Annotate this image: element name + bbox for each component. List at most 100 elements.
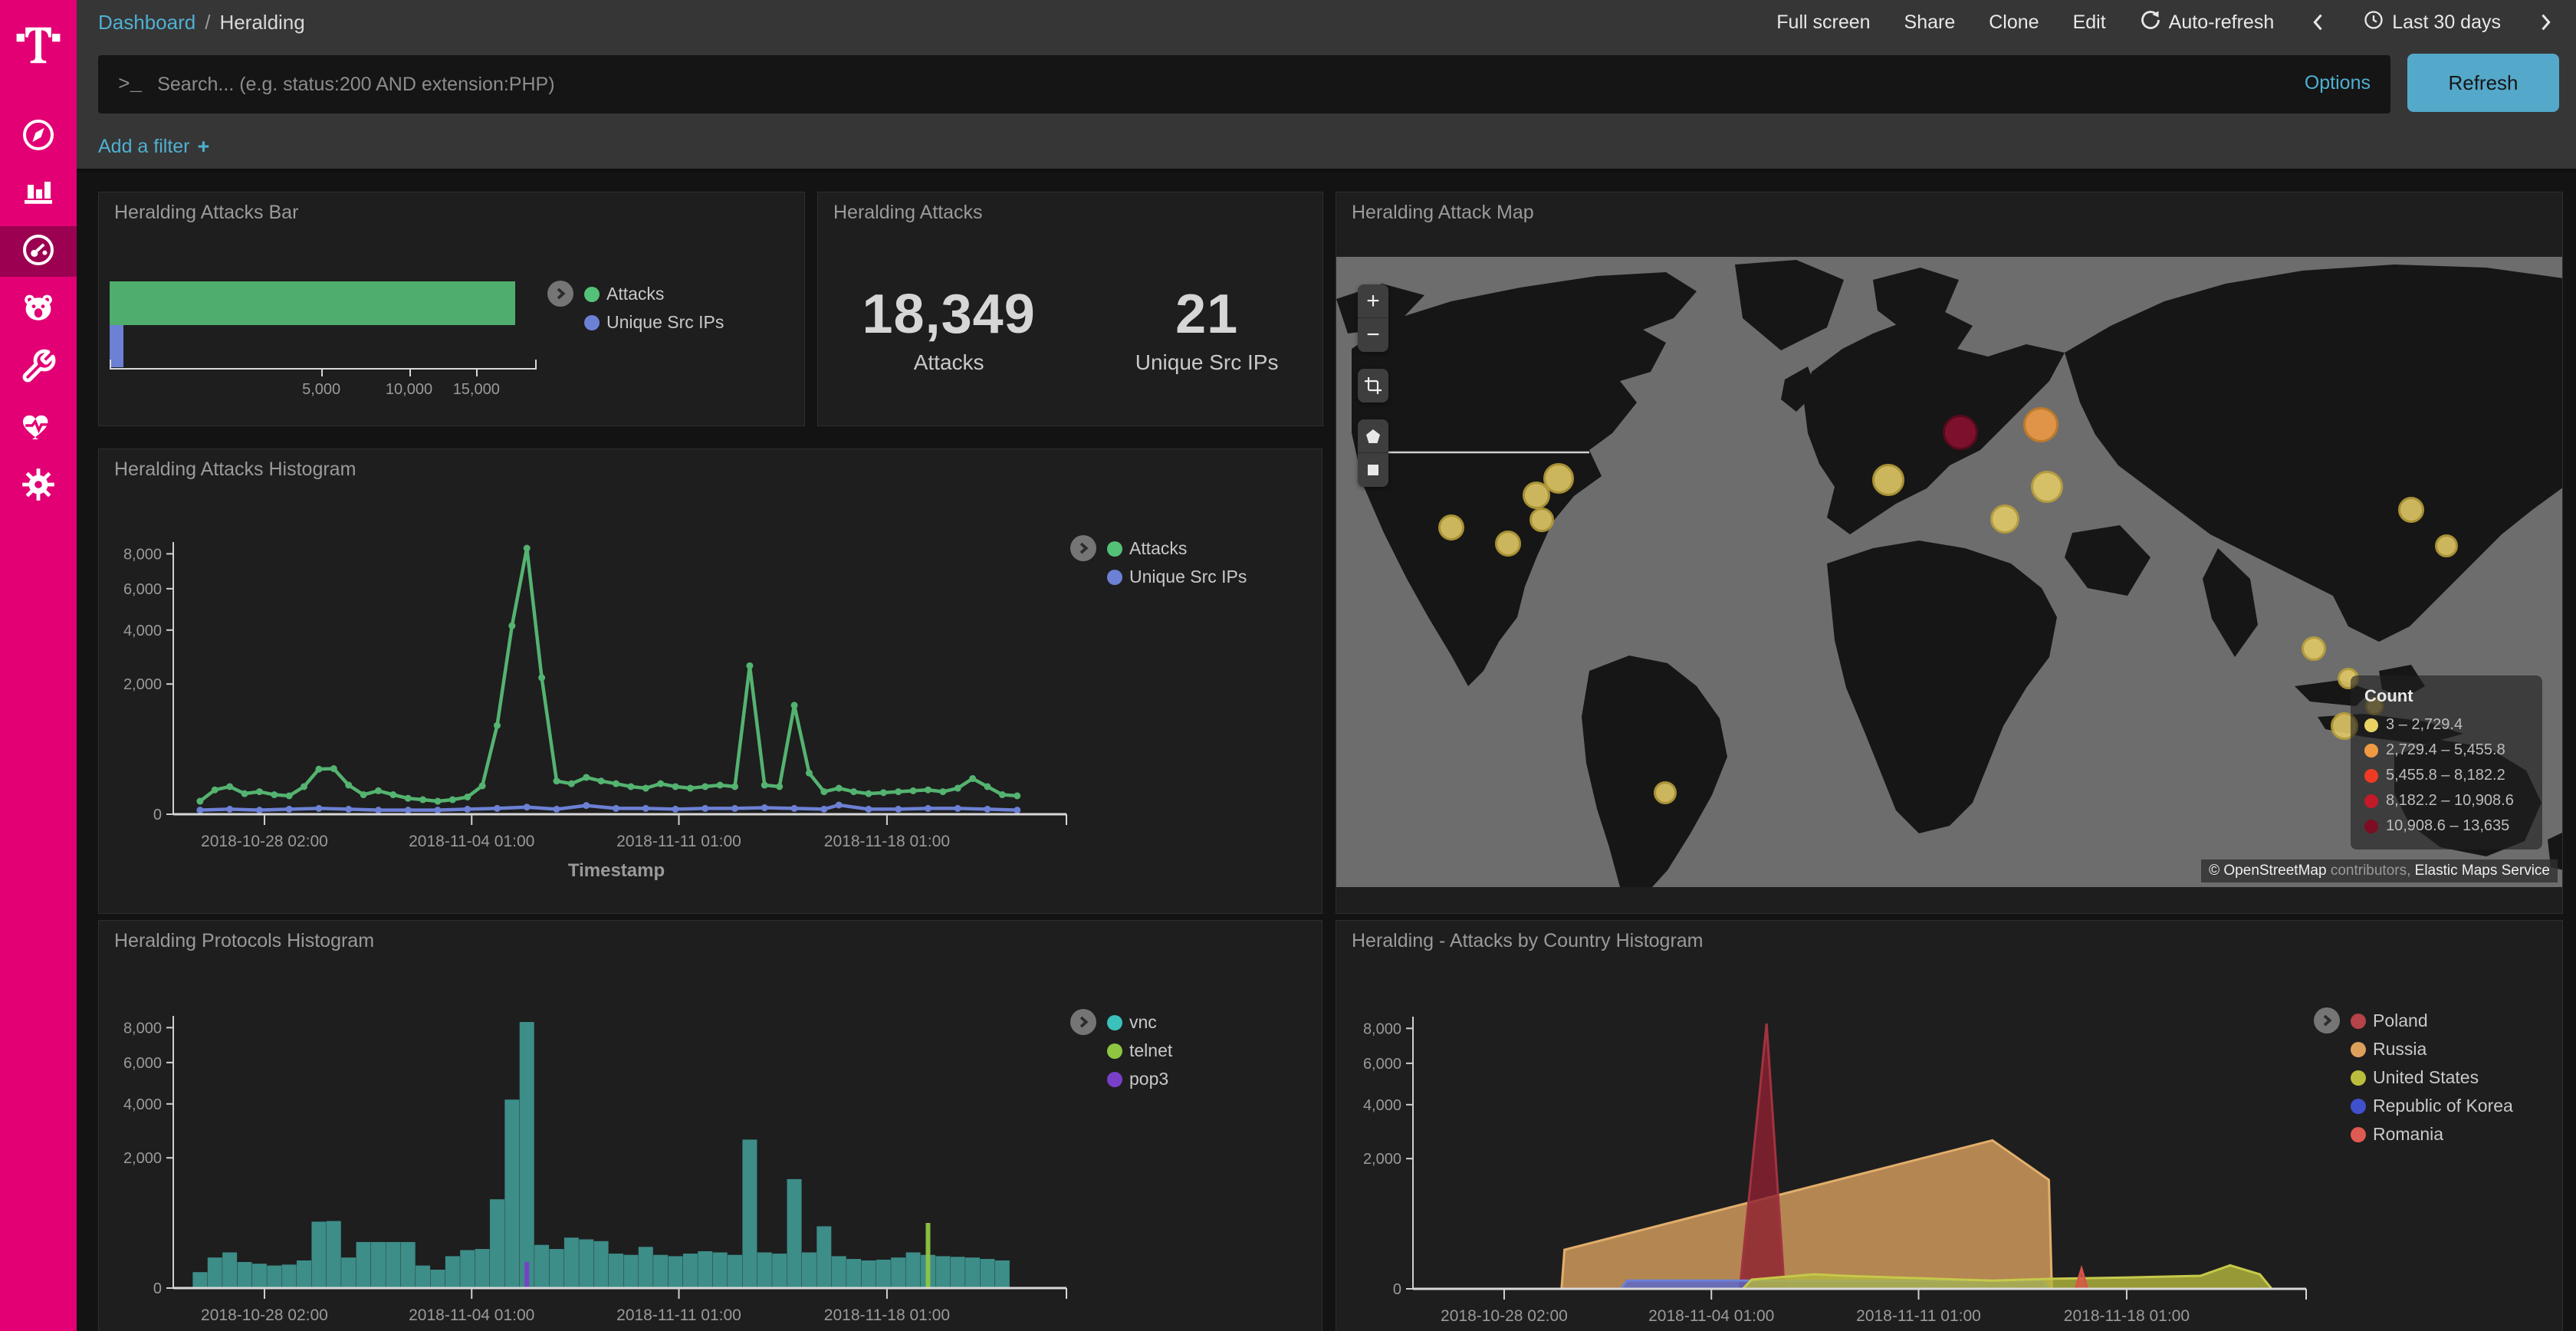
attack-bubble-yellow[interactable] <box>2031 471 2063 503</box>
map-legend-item[interactable]: 3 – 2,729.4 <box>2364 712 2528 738</box>
sidebar <box>0 0 77 1331</box>
attack-bubble-yellow[interactable] <box>1495 531 1521 557</box>
map-legend-item[interactable]: 5,455.8 – 8,182.2 <box>2364 763 2528 788</box>
map-legend-item[interactable]: 2,729.4 – 5,455.8 <box>2364 738 2528 763</box>
legend-item[interactable]: Romania <box>2351 1120 2513 1149</box>
map-legend-item[interactable]: 8,182.2 – 10,908.6 <box>2364 788 2528 813</box>
legend-item[interactable]: United States <box>2351 1063 2513 1092</box>
polygon-select-button[interactable] <box>1358 419 1388 453</box>
sidebar-item-management[interactable] <box>0 461 77 511</box>
map-legend-item[interactable]: 10,908.6 – 13,635 <box>2364 813 2528 839</box>
legend-item[interactable]: Russia <box>2351 1035 2513 1063</box>
legend-item[interactable]: Attacks <box>1107 534 1247 563</box>
legend-toggle-icon[interactable] <box>1070 535 1096 561</box>
attack-bubble-yellow[interactable] <box>2302 636 2326 661</box>
svg-text:2,000: 2,000 <box>123 1150 162 1167</box>
auto-refresh-button[interactable]: Auto-refresh <box>2140 9 2275 36</box>
search-box: >_ Options <box>98 55 2390 113</box>
zoom-out-button[interactable]: − <box>1358 318 1388 352</box>
bar-attacks[interactable] <box>110 281 515 325</box>
map-legend-dot <box>2364 820 2378 833</box>
legend-toggle-icon[interactable] <box>2314 1007 2340 1034</box>
svg-text:2018-11-11 01:00: 2018-11-11 01:00 <box>1856 1307 1981 1325</box>
world-map[interactable]: + − Count <box>1336 257 2562 887</box>
compass-icon <box>20 117 57 157</box>
time-back-button[interactable] <box>2308 12 2329 33</box>
legend-toggle-icon[interactable] <box>1070 1009 1096 1035</box>
map-legend: Count 3 – 2,729.42,729.4 – 5,455.85,455.… <box>2351 675 2542 850</box>
attack-bubble-yellow[interactable] <box>1438 514 1464 541</box>
clone-button[interactable]: Clone <box>1989 12 2039 34</box>
attack-bubble-orange[interactable] <box>2023 407 2058 442</box>
edit-button[interactable]: Edit <box>2073 12 2106 34</box>
topbar-menu: Full screen Share Clone Edit Auto-refres… <box>1776 9 2556 36</box>
protocols-histogram-chart: 02,0004,0006,0008,0002018-10-28 02:00201… <box>100 1013 1073 1328</box>
options-link[interactable]: Options <box>2305 72 2371 94</box>
country-histogram-chart: 02,0004,0006,0008,0002018-10-28 02:00201… <box>1340 1014 2312 1329</box>
svg-text:2018-10-28 02:00: 2018-10-28 02:00 <box>201 1306 328 1324</box>
sidebar-item-discover[interactable] <box>0 111 77 162</box>
axis-end-cap <box>110 360 111 370</box>
crop-tool-button[interactable] <box>1358 369 1388 403</box>
legend-item[interactable]: telnet <box>1107 1037 1172 1065</box>
svg-text:2018-11-18 01:00: 2018-11-18 01:00 <box>824 1306 950 1324</box>
legend-item[interactable]: Attacks <box>584 280 724 308</box>
ems-link[interactable]: Elastic Maps Service <box>2415 863 2550 879</box>
attack-bubble-yellow[interactable] <box>2435 534 2458 557</box>
panel-title: Heralding Attacks <box>833 202 983 224</box>
legend: PolandRussiaUnited StatesRepublic of Kor… <box>2314 1007 2513 1149</box>
breadcrumb-dashboard[interactable]: Dashboard <box>98 11 196 35</box>
sidebar-item-visualize[interactable] <box>0 167 77 218</box>
osm-link[interactable]: © OpenStreetMap <box>2209 863 2326 879</box>
legend-dot <box>584 287 600 302</box>
fullscreen-button[interactable]: Full screen <box>1776 12 1870 34</box>
time-forward-button[interactable] <box>2535 12 2556 33</box>
rectangle-select-button[interactable] <box>1358 453 1388 487</box>
svg-text:2018-11-04 01:00: 2018-11-04 01:00 <box>1648 1307 1774 1325</box>
attack-bubble-yellow[interactable] <box>2398 497 2424 523</box>
legend-item[interactable]: pop3 <box>1107 1065 1172 1093</box>
refresh-cycle-icon <box>2140 9 2161 36</box>
legend-item[interactable]: vnc <box>1107 1008 1172 1037</box>
svg-text:8,000: 8,000 <box>123 1020 162 1037</box>
attack-bubble-yellow[interactable] <box>1530 508 1554 532</box>
legend-rows: Attacks Unique Src IPs <box>584 280 724 337</box>
search-bar-row: >_ Options Refresh <box>77 44 2576 124</box>
search-input[interactable] <box>157 74 2390 96</box>
attack-bubble-yellow[interactable] <box>1654 781 1677 804</box>
axis-tick-label: 15,000 <box>430 381 522 399</box>
time-range-picker[interactable]: Last 30 days <box>2363 9 2501 36</box>
map-controls: + − <box>1358 284 1388 487</box>
sidebar-item-monitoring[interactable] <box>0 402 77 452</box>
legend-label: Unique Src IPs <box>606 312 724 333</box>
attack-bubble-yellow[interactable] <box>1872 464 1904 496</box>
metric-label: Unique Src IPs <box>1135 350 1279 375</box>
panel-protocols-histogram: Heralding Protocols Histogram 02,0004,00… <box>98 920 1322 1331</box>
legend-item[interactable]: Unique Src IPs <box>1107 563 1247 591</box>
add-filter-button[interactable]: Add a filter+ <box>98 135 209 159</box>
svg-text:2018-11-11 01:00: 2018-11-11 01:00 <box>616 833 741 850</box>
bar-unique-src-ips[interactable] <box>110 325 123 367</box>
legend-dot <box>1107 570 1122 585</box>
share-button[interactable]: Share <box>1904 12 1956 34</box>
refresh-button[interactable]: Refresh <box>2407 54 2559 112</box>
attack-bubble-yellow[interactable] <box>1523 481 1550 509</box>
zoom-in-button[interactable]: + <box>1358 284 1388 318</box>
telekom-logo[interactable] <box>0 12 77 78</box>
attack-bubble-darkred[interactable] <box>1943 415 1978 450</box>
sidebar-item-dashboard[interactable] <box>0 226 77 277</box>
sidebar-item-tpot[interactable] <box>0 284 77 334</box>
legend-item[interactable]: Republic of Korea <box>2351 1092 2513 1120</box>
svg-text:2018-11-04 01:00: 2018-11-04 01:00 <box>409 833 534 850</box>
legend-item[interactable]: Poland <box>2351 1007 2513 1035</box>
map-legend-label: 3 – 2,729.4 <box>2386 716 2463 734</box>
metric-unique-src-ips: 21 Unique Src IPs <box>1135 283 1279 375</box>
legend-item[interactable]: Unique Src IPs <box>584 308 724 337</box>
legend-toggle-icon[interactable] <box>547 281 573 307</box>
sidebar-item-devtools[interactable] <box>0 343 77 393</box>
metric-attacks: 18,349 Attacks <box>863 283 1036 375</box>
panel-attack-map: Heralding Attack Map <box>1336 192 2563 914</box>
legend-dot <box>1107 541 1122 557</box>
attack-bubble-yellow[interactable] <box>1990 504 2019 534</box>
svg-text:4,000: 4,000 <box>123 623 162 639</box>
